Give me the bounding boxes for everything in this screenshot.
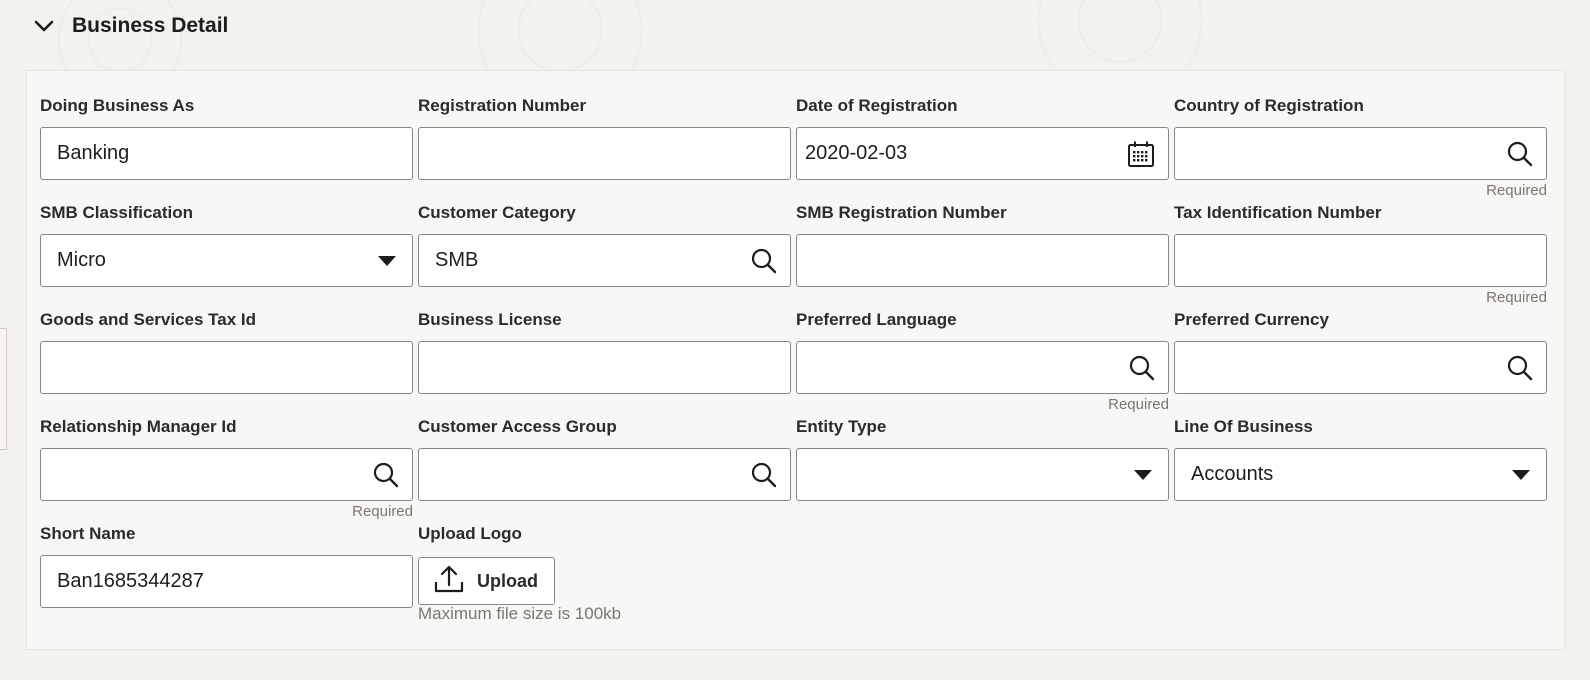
- search-icon[interactable]: [1506, 140, 1534, 168]
- section-title: Business Detail: [72, 14, 229, 37]
- required-hint: Required: [1486, 182, 1547, 199]
- chevron-down-icon: [30, 12, 58, 40]
- customer-category-label: Customer Category: [418, 203, 576, 222]
- dropdown-caret-icon: [1512, 469, 1530, 480]
- search-icon[interactable]: [372, 461, 400, 489]
- tax-identification-number-input[interactable]: [1174, 234, 1547, 287]
- relationship-manager-id-input[interactable]: [40, 448, 413, 501]
- customer-access-group-label: Customer Access Group: [418, 417, 617, 436]
- business-license-label: Business License: [418, 310, 562, 329]
- country-of-registration-label: Country of Registration: [1174, 96, 1364, 115]
- calendar-icon[interactable]: [1126, 139, 1156, 169]
- line-of-business-select[interactable]: Accounts: [1174, 448, 1547, 501]
- customer-access-group-field: Customer Access Group: [418, 416, 791, 501]
- registration-number-label: Registration Number: [418, 96, 587, 115]
- preferred-currency-label: Preferred Currency: [1174, 310, 1329, 329]
- doing-business-as-value: Banking: [57, 142, 130, 164]
- preferred-currency-input[interactable]: [1174, 341, 1547, 394]
- customer-category-field: Customer Category SMB: [418, 202, 791, 287]
- short-name-field: Short Name Ban1685344287: [40, 523, 413, 608]
- required-hint: Required: [352, 503, 413, 520]
- smb-classification-value: Micro: [57, 249, 106, 271]
- country-of-registration-input[interactable]: [1174, 127, 1547, 180]
- preferred-language-input[interactable]: [796, 341, 1169, 394]
- goods-and-services-tax-id-field: Goods and Services Tax Id: [40, 309, 413, 394]
- upload-logo-field: Upload Logo: [418, 523, 791, 555]
- entity-type-field: Entity Type: [796, 416, 1169, 501]
- customer-category-input[interactable]: SMB: [418, 234, 791, 287]
- date-of-registration-field: Date of Registration 2020-02-03: [796, 95, 1169, 180]
- doing-business-as-field: Doing Business As Banking: [40, 95, 413, 180]
- search-icon[interactable]: [750, 247, 778, 275]
- tax-identification-number-field: Tax Identification Number Required: [1174, 202, 1547, 306]
- business-license-input[interactable]: [418, 341, 791, 394]
- dropdown-caret-icon: [378, 255, 396, 266]
- line-of-business-field: Line Of Business Accounts: [1174, 416, 1547, 501]
- short-name-label: Short Name: [40, 524, 136, 543]
- side-panel-edge[interactable]: [0, 328, 7, 450]
- date-of-registration-label: Date of Registration: [796, 96, 958, 115]
- goods-and-services-tax-id-input[interactable]: [40, 341, 413, 394]
- business-license-field: Business License: [418, 309, 791, 394]
- required-hint: Required: [1486, 289, 1547, 306]
- country-of-registration-field: Country of Registration Required: [1174, 95, 1547, 199]
- upload-logo-label: Upload Logo: [418, 524, 522, 543]
- search-icon[interactable]: [750, 461, 778, 489]
- line-of-business-value: Accounts: [1191, 463, 1274, 485]
- date-of-registration-input[interactable]: 2020-02-03: [796, 127, 1169, 180]
- registration-number-field: Registration Number: [418, 95, 791, 180]
- date-of-registration-value: 2020-02-03: [805, 142, 908, 164]
- line-of-business-label: Line Of Business: [1174, 417, 1313, 436]
- doing-business-as-label: Doing Business As: [40, 96, 195, 115]
- upload-size-hint: Maximum file size is 100kb: [418, 604, 622, 623]
- search-icon[interactable]: [1506, 354, 1534, 382]
- upload-icon: [433, 565, 465, 598]
- search-icon[interactable]: [1128, 354, 1156, 382]
- required-hint: Required: [1108, 396, 1169, 413]
- smb-registration-number-input[interactable]: [796, 234, 1169, 287]
- entity-type-select[interactable]: [796, 448, 1169, 501]
- dropdown-caret-icon: [1134, 469, 1152, 480]
- short-name-input[interactable]: Ban1685344287: [40, 555, 413, 608]
- goods-and-services-tax-id-label: Goods and Services Tax Id: [40, 310, 257, 329]
- customer-access-group-input[interactable]: [418, 448, 791, 501]
- tax-identification-number-label: Tax Identification Number: [1174, 203, 1382, 222]
- upload-button-label: Upload: [477, 570, 538, 591]
- preferred-language-field: Preferred Language Required: [796, 309, 1169, 413]
- smb-classification-label: SMB Classification: [40, 203, 194, 222]
- smb-classification-select[interactable]: Micro: [40, 234, 413, 287]
- customer-category-value: SMB: [435, 249, 479, 271]
- preferred-language-label: Preferred Language: [796, 310, 957, 329]
- smb-classification-field: SMB Classification Micro: [40, 202, 413, 287]
- section-toggle[interactable]: Business Detail: [30, 8, 228, 44]
- upload-button[interactable]: Upload: [418, 557, 555, 605]
- registration-number-input[interactable]: [418, 127, 791, 180]
- short-name-value: Ban1685344287: [57, 570, 204, 592]
- business-detail-panel: Doing Business As Banking Registration N…: [26, 70, 1565, 650]
- preferred-currency-field: Preferred Currency: [1174, 309, 1547, 394]
- smb-registration-number-label: SMB Registration Number: [796, 203, 1007, 222]
- doing-business-as-input[interactable]: Banking: [40, 127, 413, 180]
- entity-type-label: Entity Type: [796, 417, 887, 436]
- smb-registration-number-field: SMB Registration Number: [796, 202, 1169, 287]
- relationship-manager-id-field: Relationship Manager Id Required: [40, 416, 413, 520]
- relationship-manager-id-label: Relationship Manager Id: [40, 417, 237, 436]
